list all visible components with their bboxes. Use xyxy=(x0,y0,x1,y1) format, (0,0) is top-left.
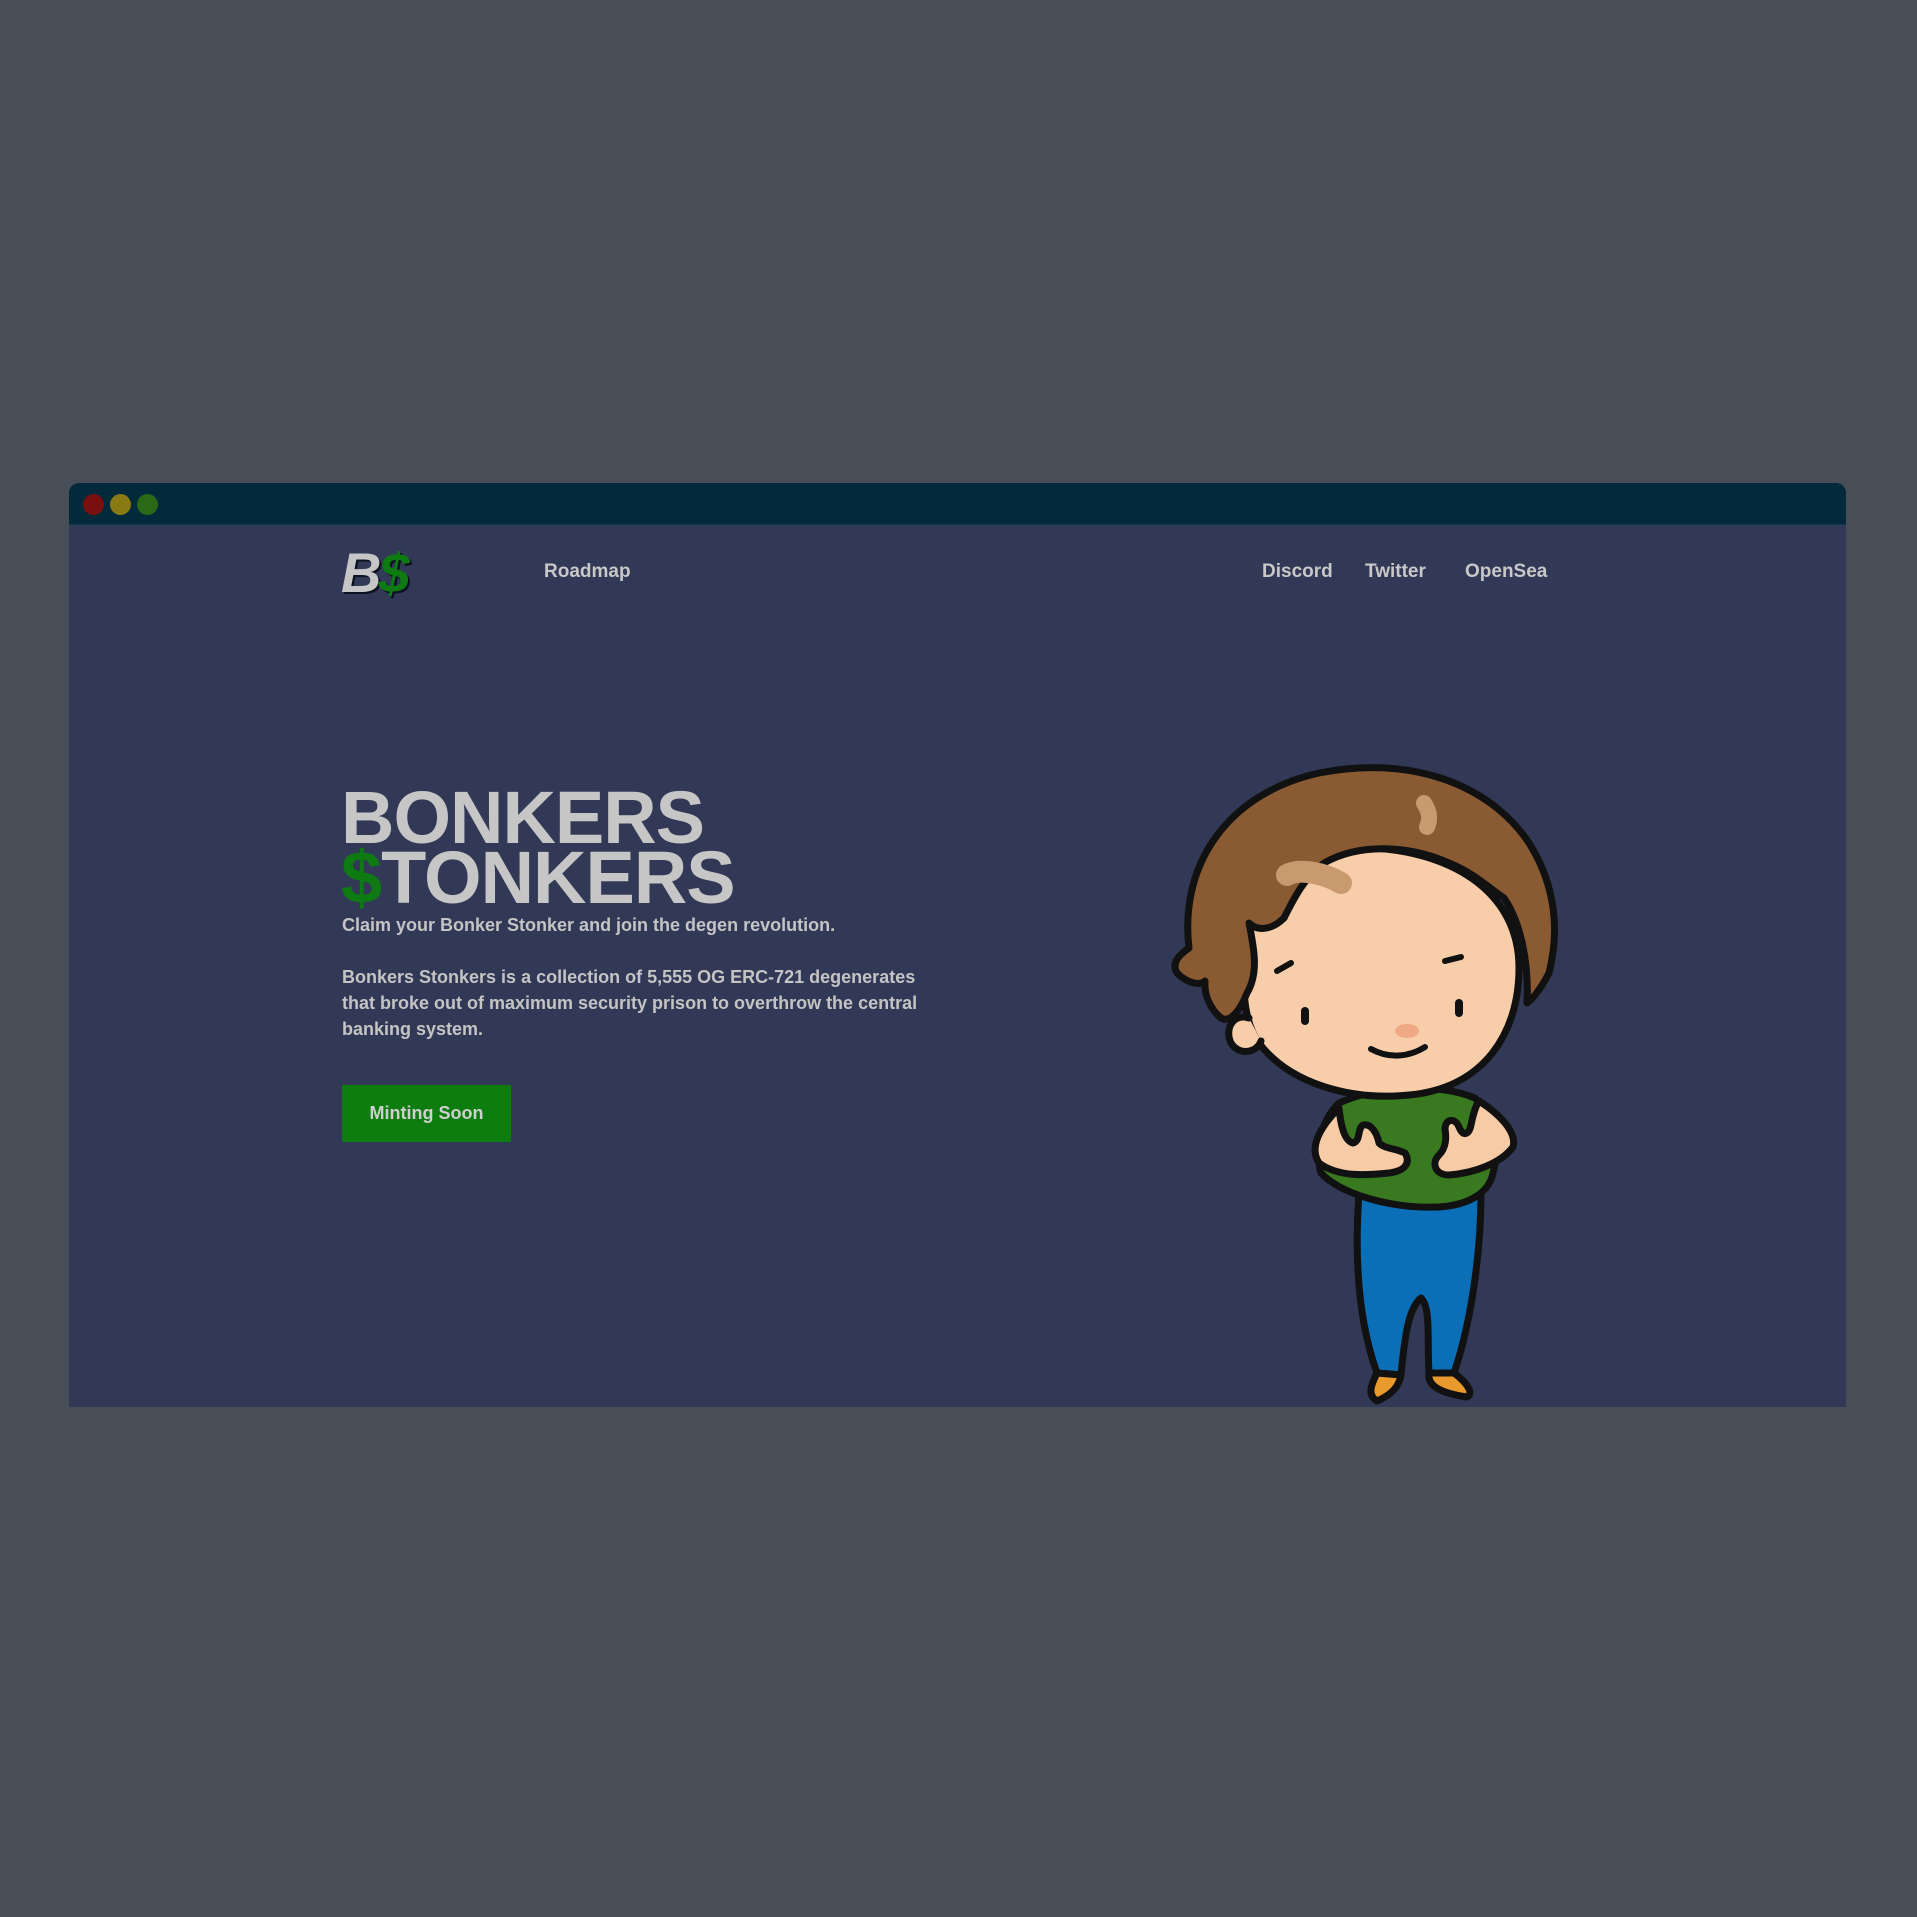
maximize-window-button[interactable] xyxy=(137,494,158,515)
close-window-button[interactable] xyxy=(83,494,104,515)
hero-title-dollar: $ xyxy=(341,836,382,919)
nav-discord-link[interactable]: Discord xyxy=(1262,562,1333,581)
minimize-window-button[interactable] xyxy=(110,494,131,515)
hero-subtitle: Claim your Bonker Stonker and join the d… xyxy=(342,915,836,935)
hero-title: BONKERS $TONKERS xyxy=(341,781,736,915)
logo-dollar-symbol: $ xyxy=(378,541,409,604)
hero-description: Bonkers Stonkers is a collection of 5,55… xyxy=(342,967,918,1039)
character-illustration xyxy=(1171,764,1558,1405)
nav-opensea-link[interactable]: OpenSea xyxy=(1465,562,1547,581)
hero-title-line2: TONKERS xyxy=(381,836,735,919)
minting-soon-button[interactable]: Minting Soon xyxy=(342,1085,511,1142)
logo-letter: B xyxy=(341,541,381,604)
nav-twitter-link[interactable]: Twitter xyxy=(1365,562,1426,581)
window-titlebar xyxy=(69,483,1846,525)
site-logo[interactable]: B$ xyxy=(341,545,410,601)
browser-window: B$ Roadmap Discord Twitter OpenSea BONKE… xyxy=(69,483,1846,1407)
nav-roadmap-link[interactable]: Roadmap xyxy=(544,562,631,581)
